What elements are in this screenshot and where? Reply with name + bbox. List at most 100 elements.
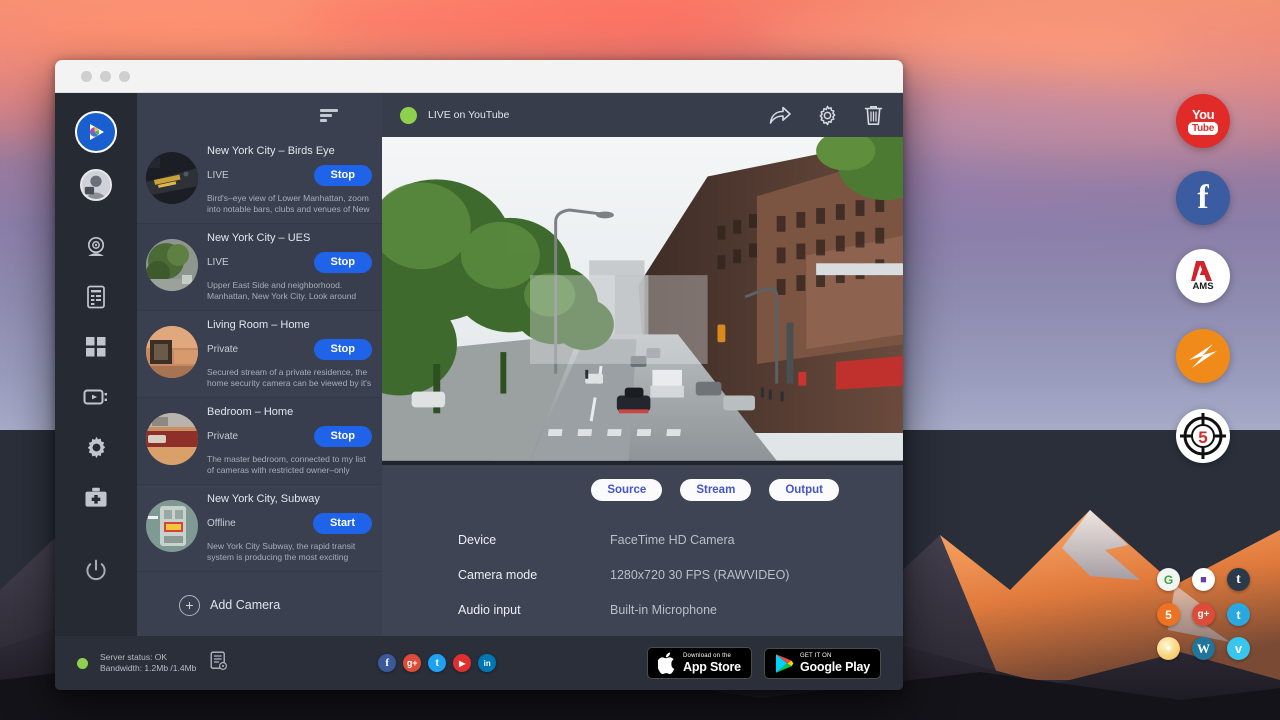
sort-icon[interactable] <box>320 109 338 122</box>
svg-text:5: 5 <box>1198 428 1207 447</box>
spec-value[interactable]: FaceTime HD Camera <box>610 533 735 547</box>
spec-value[interactable]: 1280x720 30 FPS (RAWVIDEO) <box>610 568 789 582</box>
add-camera-button[interactable]: + Add Camera <box>137 574 382 636</box>
camera-action-button[interactable]: Start <box>313 513 372 534</box>
camera-list-item[interactable]: New York City – Birds Eye LIVE Stop Bird… <box>137 137 382 224</box>
camera-list[interactable]: New York City – Birds Eye LIVE Stop Bird… <box>137 137 382 574</box>
mini-icon-tumblr[interactable]: t <box>1227 568 1250 591</box>
spec-label: Device <box>458 533 610 547</box>
camera-status: Private <box>207 431 238 442</box>
app-store-main: App Store <box>683 660 741 674</box>
camera-status: Private <box>207 344 238 355</box>
mini-icon-grooveshark[interactable]: G <box>1157 568 1180 591</box>
sidebar-item-dashboard[interactable] <box>76 327 116 367</box>
sidebar-item-settings[interactable] <box>76 427 116 467</box>
tumblr-glyph: t <box>1236 572 1241 588</box>
status-text-group: Server status: OK Bandwidth: 1.2Mb /1.4M… <box>100 652 196 675</box>
sidebar-item-support[interactable] <box>76 477 116 517</box>
tab-source[interactable]: Source <box>591 479 662 501</box>
camera-list-item[interactable]: New York City – UES LIVE Stop Upper East… <box>137 224 382 311</box>
sidebar-item-power[interactable] <box>76 550 116 590</box>
camera-list-panel: New York City – Birds Eye LIVE Stop Bird… <box>137 93 382 636</box>
social-youtube[interactable]: ▶ <box>453 654 471 672</box>
window-minimize-button[interactable] <box>100 71 111 82</box>
sidebar-item-logs[interactable] <box>76 277 116 317</box>
spec-label: Camera mode <box>458 568 610 582</box>
mini-icon-twitch[interactable]: ■ <box>1192 568 1215 591</box>
video-player[interactable] <box>382 137 903 465</box>
app-window: New York City – Birds Eye LIVE Stop Bird… <box>55 60 903 690</box>
report-button[interactable] <box>210 651 227 675</box>
linkedin-glyph: in <box>484 659 491 668</box>
mini-icon-five[interactable]: 5 <box>1157 603 1180 626</box>
camera-status-row: Offline Start <box>207 513 372 534</box>
social-google-plus[interactable]: g+ <box>403 654 421 672</box>
window-close-button[interactable] <box>81 71 92 82</box>
social-links: f g+ t ▶ in <box>378 654 496 672</box>
google-play-badge[interactable]: GET IT ON Google Play <box>764 648 881 679</box>
dock-icon-facebook[interactable]: f <box>1176 171 1230 225</box>
camera-title: Bedroom – Home <box>207 406 372 418</box>
window-titlebar <box>55 60 903 93</box>
flickr-glyph: ● <box>1165 643 1171 654</box>
tab-output[interactable]: Output <box>769 479 839 501</box>
apple-icon <box>658 652 677 674</box>
camera-description: Upper East Side and neighborhood. Manhat… <box>207 280 372 302</box>
camera-title: New York City – UES <box>207 232 372 244</box>
grid-icon <box>85 336 107 358</box>
dock-icon-youtube[interactable]: You Tube <box>1176 94 1230 148</box>
mini-icon-google-plus[interactable]: g+ <box>1192 603 1215 626</box>
sidebar-item-app-logo[interactable] <box>75 111 117 153</box>
twitter-glyph: t <box>436 658 439 669</box>
mini-icon-wordpress[interactable]: W <box>1192 637 1215 660</box>
dock-icon-adobe-ams[interactable]: AMS <box>1176 249 1230 303</box>
share-button[interactable] <box>769 106 791 125</box>
camera-title: Living Room – Home <box>207 319 372 331</box>
status-bar: Server status: OK Bandwidth: 1.2Mb /1.4M… <box>55 636 903 690</box>
camera-description: New York City Subway, the rapid transit … <box>207 541 372 563</box>
window-body: New York City – Birds Eye LIVE Stop Bird… <box>55 93 903 636</box>
camera-status-row: Private Stop <box>207 426 372 447</box>
thumb-bedroom <box>146 413 198 465</box>
youtube-top-text: You <box>1192 108 1214 121</box>
camera-action-button[interactable]: Stop <box>314 165 372 186</box>
five-glyph: 5 <box>1165 608 1172 622</box>
camera-action-button[interactable]: Stop <box>314 426 372 447</box>
gear-icon <box>817 105 838 126</box>
social-linkedin[interactable]: in <box>478 654 496 672</box>
tab-stream[interactable]: Stream <box>680 479 751 501</box>
live-status-label: LIVE on YouTube <box>428 109 743 121</box>
facebook-glyph: f <box>385 657 389 669</box>
camera-info: Living Room – Home Private Stop Secured … <box>207 319 372 389</box>
thumb-subway <box>146 500 198 552</box>
app-store-badge[interactable]: Download on the App Store <box>647 647 752 679</box>
share-icon <box>769 106 791 125</box>
social-twitter[interactable]: t <box>428 654 446 672</box>
camera-list-item[interactable]: New York City, Subway Offline Start New … <box>137 485 382 572</box>
spec-value[interactable]: Built-in Microphone <box>610 603 717 617</box>
camera-list-item[interactable]: Living Room – Home Private Stop Secured … <box>137 311 382 398</box>
mini-icon-twitter[interactable]: t <box>1227 603 1250 626</box>
vimeo-glyph: v <box>1235 641 1242 656</box>
settings-button[interactable] <box>817 105 838 126</box>
social-facebook[interactable]: f <box>378 654 396 672</box>
sidebar-item-cameras[interactable] <box>76 227 116 267</box>
camera-action-button[interactable]: Stop <box>314 252 372 273</box>
mini-icon-vimeo[interactable]: v <box>1227 637 1250 660</box>
camera-action-button[interactable]: Stop <box>314 339 372 360</box>
dock-icon-target-five[interactable]: 5 <box>1176 409 1230 463</box>
spec-row-device: Device FaceTime HD Camera <box>458 533 903 547</box>
sidebar-item-recordings[interactable] <box>76 377 116 417</box>
camera-title: New York City – Birds Eye <box>207 145 372 157</box>
youtube-glyph: ▶ <box>459 659 465 668</box>
mini-icon-flickr[interactable]: ● <box>1157 637 1180 660</box>
delete-button[interactable] <box>864 105 883 126</box>
window-maximize-button[interactable] <box>119 71 130 82</box>
app-store-sub: Download on the <box>683 653 741 660</box>
camera-status: LIVE <box>207 170 229 181</box>
server-status-dot <box>77 658 88 669</box>
sidebar-item-avatar[interactable] <box>80 169 112 201</box>
dock-icon-winamp[interactable] <box>1176 329 1230 383</box>
camera-list-item[interactable]: Bedroom – Home Private Stop The master b… <box>137 398 382 485</box>
first-aid-kit-icon <box>84 487 108 508</box>
